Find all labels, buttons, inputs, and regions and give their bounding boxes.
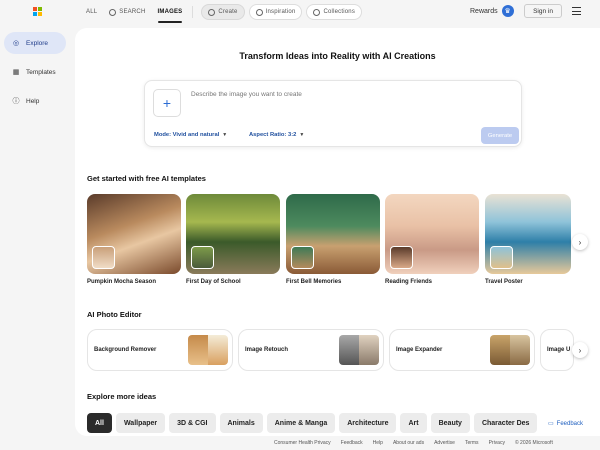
- editor-card[interactable]: Image U: [540, 329, 574, 371]
- copyright: © 2026 Microsoft: [514, 440, 553, 446]
- chevron-down-icon: ▼: [222, 132, 228, 138]
- sidebar: ◎ Explore ▦ Templates ⓘ Help: [4, 32, 66, 119]
- nav-all[interactable]: ALL: [80, 4, 103, 20]
- sign-in-button[interactable]: Sign in: [524, 4, 562, 18]
- footer-link[interactable]: Terms: [465, 440, 479, 446]
- footer-link[interactable]: Feedback: [341, 440, 363, 446]
- chip-anime-manga[interactable]: Anime & Manga: [266, 413, 336, 433]
- editor-card[interactable]: Image Expander: [389, 329, 535, 371]
- chip-wallpaper[interactable]: Wallpaper: [115, 413, 166, 433]
- sidebar-item-help[interactable]: ⓘ Help: [4, 90, 66, 112]
- templates-icon: ▦: [12, 69, 20, 76]
- collections-icon: [313, 8, 321, 16]
- template-card[interactable]: Reading Friends: [385, 194, 479, 285]
- inspiration-icon: [255, 8, 263, 16]
- template-card[interactable]: First Day of School: [186, 194, 280, 285]
- templates-section-title: Get started with free AI templates: [87, 174, 206, 183]
- nav-collections[interactable]: Collections: [306, 4, 363, 20]
- chevron-down-icon: ▼: [299, 132, 305, 138]
- nav-divider: [192, 6, 194, 18]
- template-image: [385, 194, 479, 274]
- nav-images[interactable]: IMAGES: [152, 4, 189, 23]
- generate-button[interactable]: Generate: [481, 127, 519, 144]
- create-icon: [208, 8, 216, 16]
- sidebar-item-explore[interactable]: ◎ Explore: [4, 32, 66, 54]
- footer: Consumer Health Privacy Feedback Help Ab…: [274, 440, 553, 446]
- nav-search[interactable]: SEARCH: [103, 4, 151, 20]
- explore-chips: All Wallpaper 3D & CGI Animals Anime & M…: [87, 413, 538, 433]
- explore-icon: ◎: [12, 40, 20, 47]
- template-image: [87, 194, 181, 274]
- sidebar-item-templates[interactable]: ▦ Templates: [4, 61, 66, 83]
- template-card[interactable]: Pumpkin Mocha Season: [87, 194, 181, 285]
- footer-link[interactable]: About our ads: [393, 440, 424, 446]
- chip-architecture[interactable]: Architecture: [339, 413, 397, 433]
- chip-beauty[interactable]: Beauty: [430, 413, 470, 433]
- editor-image-before: [490, 335, 510, 365]
- template-image: [286, 194, 380, 274]
- trophy-icon: ♛: [501, 5, 514, 17]
- templates-next-button[interactable]: ›: [572, 234, 588, 250]
- editor-image-before: [339, 335, 359, 365]
- template-thumbnail: [390, 246, 413, 269]
- templates-carousel: Pumpkin Mocha Season First Day of School…: [87, 194, 588, 294]
- template-thumbnail: [191, 246, 214, 269]
- chip-animals[interactable]: Animals: [219, 413, 263, 433]
- template-card[interactable]: First Bell Memories: [286, 194, 380, 285]
- editor-image-after: [359, 335, 379, 365]
- nav-create[interactable]: Create: [201, 4, 245, 20]
- rewards-button[interactable]: Rewards ♛: [470, 5, 514, 17]
- search-icon: [109, 8, 117, 16]
- add-image-button[interactable]: +: [153, 89, 181, 117]
- plus-icon: +: [162, 95, 172, 111]
- menu-icon[interactable]: [572, 7, 581, 15]
- chip-art[interactable]: Art: [400, 413, 427, 433]
- template-thumbnail: [291, 246, 314, 269]
- footer-link[interactable]: Consumer Health Privacy: [274, 440, 331, 446]
- prompt-input[interactable]: Describe the image you want to create: [191, 91, 302, 98]
- template-thumbnail: [490, 246, 513, 269]
- footer-link[interactable]: Advertise: [434, 440, 455, 446]
- footer-link[interactable]: Privacy: [489, 440, 505, 446]
- photo-editor-row: Background Remover Image Retouch Image E…: [87, 329, 588, 371]
- editor-card[interactable]: Image Retouch: [238, 329, 384, 371]
- top-bar: ALL SEARCH IMAGES Create Inspiration Col…: [0, 0, 600, 24]
- explore-section-title: Explore more ideas: [87, 392, 157, 401]
- main-content: Transform Ideas into Reality with AI Cre…: [75, 28, 600, 436]
- chip-3d-cgi[interactable]: 3D & CGI: [169, 413, 216, 433]
- editor-image-after: [208, 335, 228, 365]
- page-title: Transform Ideas into Reality with AI Cre…: [239, 51, 436, 61]
- editor-card[interactable]: Background Remover: [87, 329, 233, 371]
- editor-section-title: AI Photo Editor: [87, 310, 142, 319]
- aspect-ratio-dropdown[interactable]: Aspect Ratio: 3:2 ▼: [249, 132, 304, 138]
- chip-all[interactable]: All: [87, 413, 112, 433]
- template-card[interactable]: Travel Poster: [485, 194, 571, 285]
- chip-character-design[interactable]: Character Des: [473, 413, 538, 433]
- microsoft-logo[interactable]: [33, 7, 42, 16]
- editor-image-before: [188, 335, 208, 365]
- footer-link[interactable]: Help: [373, 440, 383, 446]
- editor-image-after: [510, 335, 530, 365]
- mode-dropdown[interactable]: Mode: Vivid and natural ▼: [154, 132, 227, 138]
- help-icon: ⓘ: [12, 98, 20, 105]
- template-image: [485, 194, 571, 274]
- top-nav: ALL SEARCH IMAGES Create Inspiration Col…: [80, 4, 363, 23]
- template-image: [186, 194, 280, 274]
- template-thumbnail: [92, 246, 115, 269]
- chevron-right-icon: ›: [578, 237, 582, 247]
- chevron-right-icon: ›: [578, 345, 582, 355]
- prompt-box: + Describe the image you want to create …: [144, 80, 522, 147]
- feedback-icon: ▭: [548, 421, 554, 427]
- editor-next-button[interactable]: ›: [572, 342, 588, 358]
- nav-inspiration[interactable]: Inspiration: [248, 4, 303, 20]
- feedback-button[interactable]: ▭ Feedback: [545, 418, 587, 429]
